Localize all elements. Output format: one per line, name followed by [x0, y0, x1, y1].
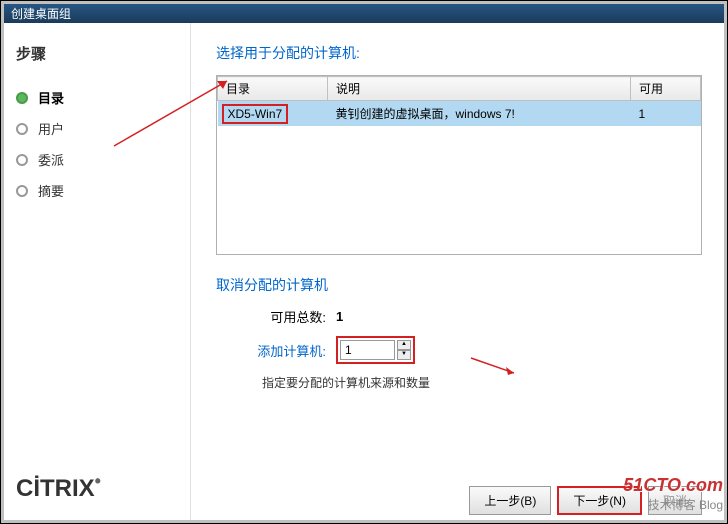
col-catalog[interactable]: 目录	[218, 77, 328, 101]
add-label: 添加计算机:	[251, 341, 326, 360]
bullet-icon	[16, 185, 28, 197]
cell-desc: 黄钊创建的虚拟桌面，windows 7!	[328, 101, 631, 127]
watermark-site: 51CTO.com	[623, 475, 723, 496]
steps-title: 步骤	[16, 43, 175, 64]
cell-catalog: XD5-Win7	[218, 101, 328, 127]
total-value: 1	[336, 309, 343, 324]
cancel-assign-title: 取消分配的计算机	[216, 275, 702, 295]
step-label: 摘要	[38, 181, 64, 200]
step-users[interactable]: 用户	[16, 113, 175, 144]
watermark: 51CTO.com 技术博客 Blog	[623, 475, 723, 513]
step-list: 目录 用户 委派 摘要	[16, 82, 175, 206]
select-computers-title: 选择用于分配的计算机:	[216, 43, 702, 63]
col-avail[interactable]: 可用	[631, 77, 701, 101]
table-row[interactable]: XD5-Win7 黄钊创建的虚拟桌面，windows 7! 1	[218, 101, 701, 127]
step-delegate[interactable]: 委派	[16, 144, 175, 175]
step-summary[interactable]: 摘要	[16, 175, 175, 206]
step-label: 用户	[38, 119, 64, 138]
bullet-icon	[16, 154, 28, 166]
highlight-box: XD5-Win7	[222, 104, 289, 124]
spinner-up-icon[interactable]: ▲	[397, 340, 411, 350]
total-label: 可用总数:	[251, 307, 326, 326]
window-title: 创建桌面组	[11, 7, 71, 21]
titlebar: 创建桌面组	[1, 1, 727, 23]
col-desc[interactable]: 说明	[328, 77, 631, 101]
spinner-buttons: ▲ ▼	[397, 340, 411, 360]
add-computer-input[interactable]	[340, 340, 395, 360]
watermark-tag: 技术博客 Blog	[623, 496, 723, 513]
bullet-icon	[16, 92, 28, 104]
citrix-logo: CİTRIX•	[16, 471, 101, 503]
cell-avail: 1	[631, 101, 701, 127]
back-button[interactable]: 上一步(B)	[469, 486, 551, 515]
spinner-down-icon[interactable]: ▼	[397, 350, 411, 360]
bullet-icon	[16, 123, 28, 135]
add-spinner-highlight: ▲ ▼	[336, 336, 415, 364]
step-label: 委派	[38, 150, 64, 169]
sidebar: 步骤 目录 用户 委派 摘要 CİTRIX•	[1, 23, 191, 523]
step-label: 目录	[38, 88, 64, 107]
content-pane: 选择用于分配的计算机: 目录 说明 可用 XD5-Win7 黄钊创建的虚拟桌面，…	[191, 23, 727, 523]
hint-text: 指定要分配的计算机来源和数量	[262, 374, 702, 391]
computers-table: 目录 说明 可用 XD5-Win7 黄钊创建的虚拟桌面，windows 7! 1	[216, 75, 702, 255]
step-catalog[interactable]: 目录	[16, 82, 175, 113]
main: 步骤 目录 用户 委派 摘要 CİTRIX• 选择用于分配的计算机:	[1, 23, 727, 523]
